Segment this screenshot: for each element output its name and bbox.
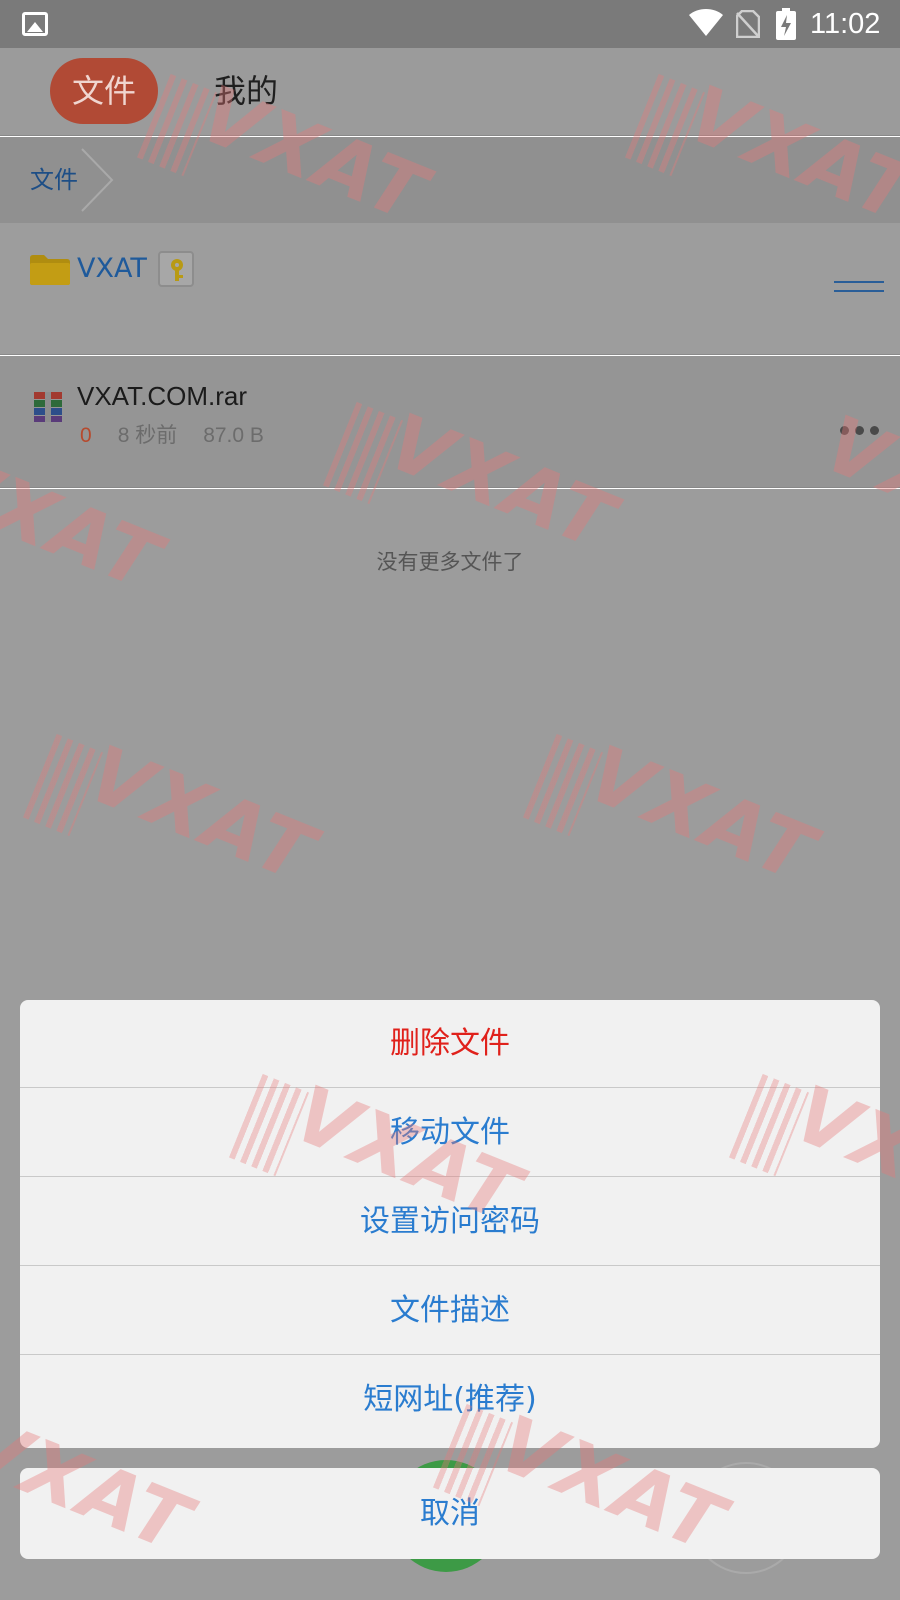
empty-list-message: 没有更多文件了 [376,550,524,574]
wifi-icon [689,9,723,36]
move-file-button[interactable]: 移动文件 [20,1089,880,1177]
clock: 11:02 [810,8,881,40]
folder-name: VXAT [77,253,147,284]
download-count: 0 [80,424,92,447]
cancel-button[interactable]: 取消 [20,1468,880,1559]
file-name: VXAT.COM.rar [77,381,247,411]
battery-charging-icon [776,8,796,40]
file-item[interactable]: VXAT.COM.rar 0 8 秒前 87.0 B [0,356,900,488]
breadcrumb-item-files[interactable]: 文件 [30,137,78,223]
rar-archive-icon [34,392,62,422]
tab-mine[interactable]: 我的 [214,58,278,124]
delete-file-button[interactable]: 删除文件 [20,1000,880,1088]
breadcrumb: 文件 [0,137,900,223]
file-time: 8 秒前 [117,424,178,447]
file-description-button[interactable]: 文件描述 [20,1267,880,1355]
file-meta: 0 8 秒前 87.0 B [80,420,264,452]
no-sim-icon [736,10,760,38]
more-options-icon[interactable] [840,426,880,436]
folder-menu-icon[interactable] [834,281,884,301]
status-bar: 11:02 [0,0,900,48]
set-password-button[interactable]: 设置访问密码 [20,1178,880,1266]
top-tab-bar: 文件 我的 [0,48,900,136]
tab-files[interactable]: 文件 [50,58,158,124]
password-key-icon [158,251,194,287]
file-size: 87.0 B [203,424,264,447]
short-url-button[interactable]: 短网址(推荐) [20,1356,880,1444]
chevron-right-icon [81,148,114,212]
folder-icon [30,255,70,285]
action-sheet: 删除文件 移动文件 设置访问密码 文件描述 短网址(推荐) [20,1000,880,1448]
folder-item[interactable]: VXAT [0,223,900,355]
image-notification-icon [22,12,48,36]
